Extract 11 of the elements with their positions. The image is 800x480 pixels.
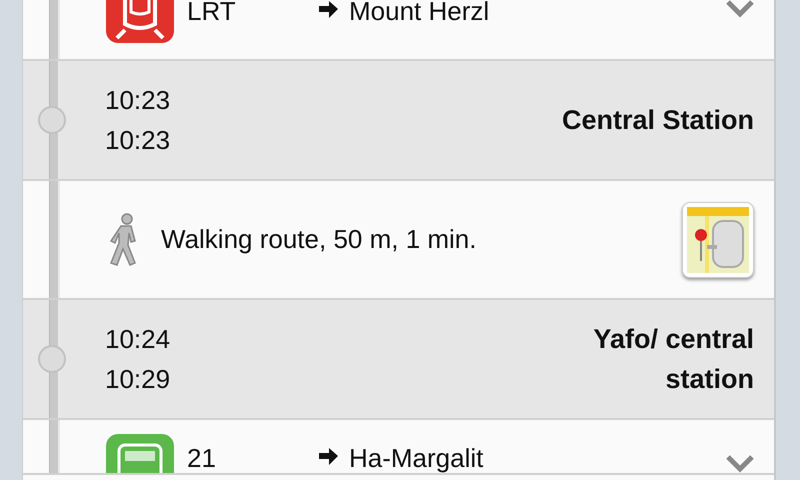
walking-route-text: Walking route, 50 m, 1 min.	[161, 224, 476, 255]
station-name: Yafo/ central station	[592, 323, 754, 396]
station-name: Central Station	[562, 104, 754, 137]
line-label: LRT	[187, 0, 237, 26]
departure-time: 10:23	[105, 124, 170, 157]
arrival-time: 10:23	[105, 84, 170, 117]
direction-label: Ha-Margalit	[349, 443, 484, 473]
departure-time: 10:29	[105, 363, 170, 396]
direction-label: Mount Herzl	[349, 0, 490, 26]
arrival-time: 10:24	[105, 323, 170, 356]
line-label: 21	[187, 443, 217, 473]
